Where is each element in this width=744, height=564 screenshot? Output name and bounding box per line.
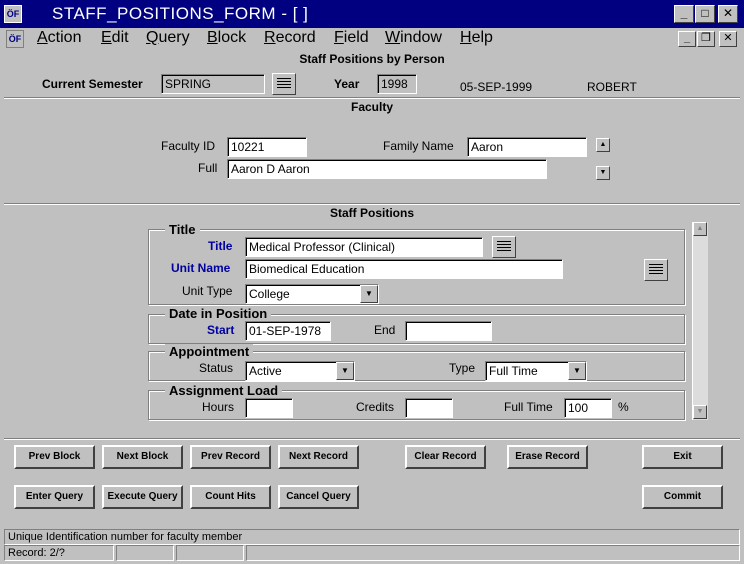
menu-field[interactable]: Field — [334, 28, 369, 48]
faculty-scroll-down-icon[interactable]: ▼ — [596, 166, 610, 180]
menu-window[interactable]: Window — [385, 28, 442, 48]
start-date-field[interactable]: 01-SEP-1978 — [245, 321, 331, 341]
credits-field[interactable] — [405, 398, 453, 418]
family-name-label: Family Name — [383, 139, 454, 153]
prev-record-button[interactable]: Prev Record — [190, 445, 271, 469]
full-name-label: Full — [198, 161, 218, 175]
unit-type-select[interactable]: College — [245, 284, 379, 304]
clear-record-button[interactable]: Clear Record — [405, 445, 486, 469]
faculty-separator — [4, 97, 740, 99]
hours-label: Hours — [202, 400, 235, 414]
menu-query[interactable]: Query — [146, 28, 190, 48]
doc-close-icon[interactable]: ✕ — [719, 31, 737, 47]
type-label: Type — [449, 361, 476, 375]
staff-scroll-up-icon[interactable]: ▲ — [693, 222, 707, 236]
status-label: Status — [199, 361, 234, 375]
title-group-label: Title — [165, 222, 200, 237]
assignment-load-label: Assignment Load — [165, 383, 283, 398]
maximize-icon[interactable]: □ — [695, 5, 715, 23]
document-icon[interactable]: ÖF — [6, 30, 24, 48]
close-icon[interactable]: ✕ — [718, 5, 738, 23]
doc-minimize-icon[interactable]: _ — [678, 31, 696, 47]
end-date-field[interactable] — [405, 321, 492, 341]
menu-block[interactable]: Block — [207, 28, 246, 48]
semester-list-icon[interactable] — [272, 73, 296, 95]
menu-edit[interactable]: Edit — [101, 28, 129, 48]
faculty-heading: Faculty — [350, 100, 393, 114]
title-field[interactable]: Medical Professor (Clinical) — [245, 237, 483, 257]
type-dropdown-icon[interactable]: ▼ — [568, 362, 586, 380]
next-block-button[interactable]: Next Block — [102, 445, 183, 469]
minimize-icon[interactable]: _ — [674, 5, 694, 23]
current-semester-field[interactable]: SPRING — [161, 74, 265, 94]
cancel-query-button[interactable]: Cancel Query — [278, 485, 359, 509]
date-group-label: Date in Position — [165, 306, 272, 321]
doc-restore-icon[interactable]: ❐ — [697, 31, 715, 47]
end-label: End — [374, 323, 396, 337]
status-hint: Unique Identification number for faculty… — [4, 529, 740, 545]
execute-query-button[interactable]: Execute Query — [102, 485, 183, 509]
year-label: Year — [334, 77, 360, 91]
current-date: 05-SEP-1999 — [460, 80, 533, 94]
faculty-id-label: Faculty ID — [161, 139, 216, 153]
start-label: Start — [207, 323, 235, 337]
current-semester-label: Current Semester — [42, 77, 143, 91]
enter-query-button[interactable]: Enter Query — [14, 485, 95, 509]
staff-scroll-down-icon[interactable]: ▼ — [693, 405, 707, 419]
window-title: STAFF_POSITIONS_FORM - [ ] — [52, 4, 309, 23]
erase-record-button[interactable]: Erase Record — [507, 445, 588, 469]
credits-label: Credits — [356, 400, 395, 414]
status-record: Record: 2/? — [4, 545, 114, 561]
title-list-icon[interactable] — [492, 236, 516, 258]
oracle-forms-icon[interactable]: ÖF — [4, 5, 22, 23]
menu-record[interactable]: Record — [264, 28, 316, 48]
full-time-label: Full Time — [504, 400, 553, 414]
form-heading: Staff Positions by Person — [299, 52, 445, 66]
year-field[interactable]: 1998 — [377, 74, 417, 94]
family-name-field[interactable]: Aaron — [467, 137, 587, 157]
status-cell-4 — [246, 545, 740, 561]
unit-type-label: Unit Type — [182, 284, 233, 298]
unit-list-icon[interactable] — [644, 259, 668, 281]
unit-name-label: Unit Name — [171, 261, 231, 275]
prev-block-button[interactable]: Prev Block — [14, 445, 95, 469]
full-name-field[interactable]: Aaron D Aaron — [227, 159, 547, 179]
next-record-button[interactable]: Next Record — [278, 445, 359, 469]
current-user: ROBERT — [587, 80, 637, 94]
faculty-scroll-up-icon[interactable]: ▲ — [596, 138, 610, 152]
commit-button[interactable]: Commit — [642, 485, 723, 509]
full-time-field[interactable]: 100 — [564, 398, 612, 418]
staff-separator — [4, 203, 740, 205]
percent-label: % — [618, 400, 629, 414]
unit-name-field[interactable]: Biomedical Education — [245, 259, 563, 279]
title-label: Title — [208, 239, 233, 253]
hours-field[interactable] — [245, 398, 293, 418]
buttons-separator — [4, 438, 740, 440]
count-hits-button[interactable]: Count Hits — [190, 485, 271, 509]
status-cell-2 — [116, 545, 174, 561]
staff-scrollbar[interactable] — [692, 222, 708, 420]
exit-button[interactable]: Exit — [642, 445, 723, 469]
status-dropdown-icon[interactable]: ▼ — [336, 362, 354, 380]
faculty-id-field[interactable]: 10221 — [227, 137, 307, 157]
menu-action[interactable]: Action — [37, 28, 81, 48]
unit-type-dropdown-icon[interactable]: ▼ — [360, 285, 378, 303]
menu-help[interactable]: Help — [460, 28, 493, 48]
status-cell-3 — [176, 545, 244, 561]
appointment-group-label: Appointment — [165, 344, 254, 359]
staff-positions-heading: Staff Positions — [329, 206, 414, 220]
